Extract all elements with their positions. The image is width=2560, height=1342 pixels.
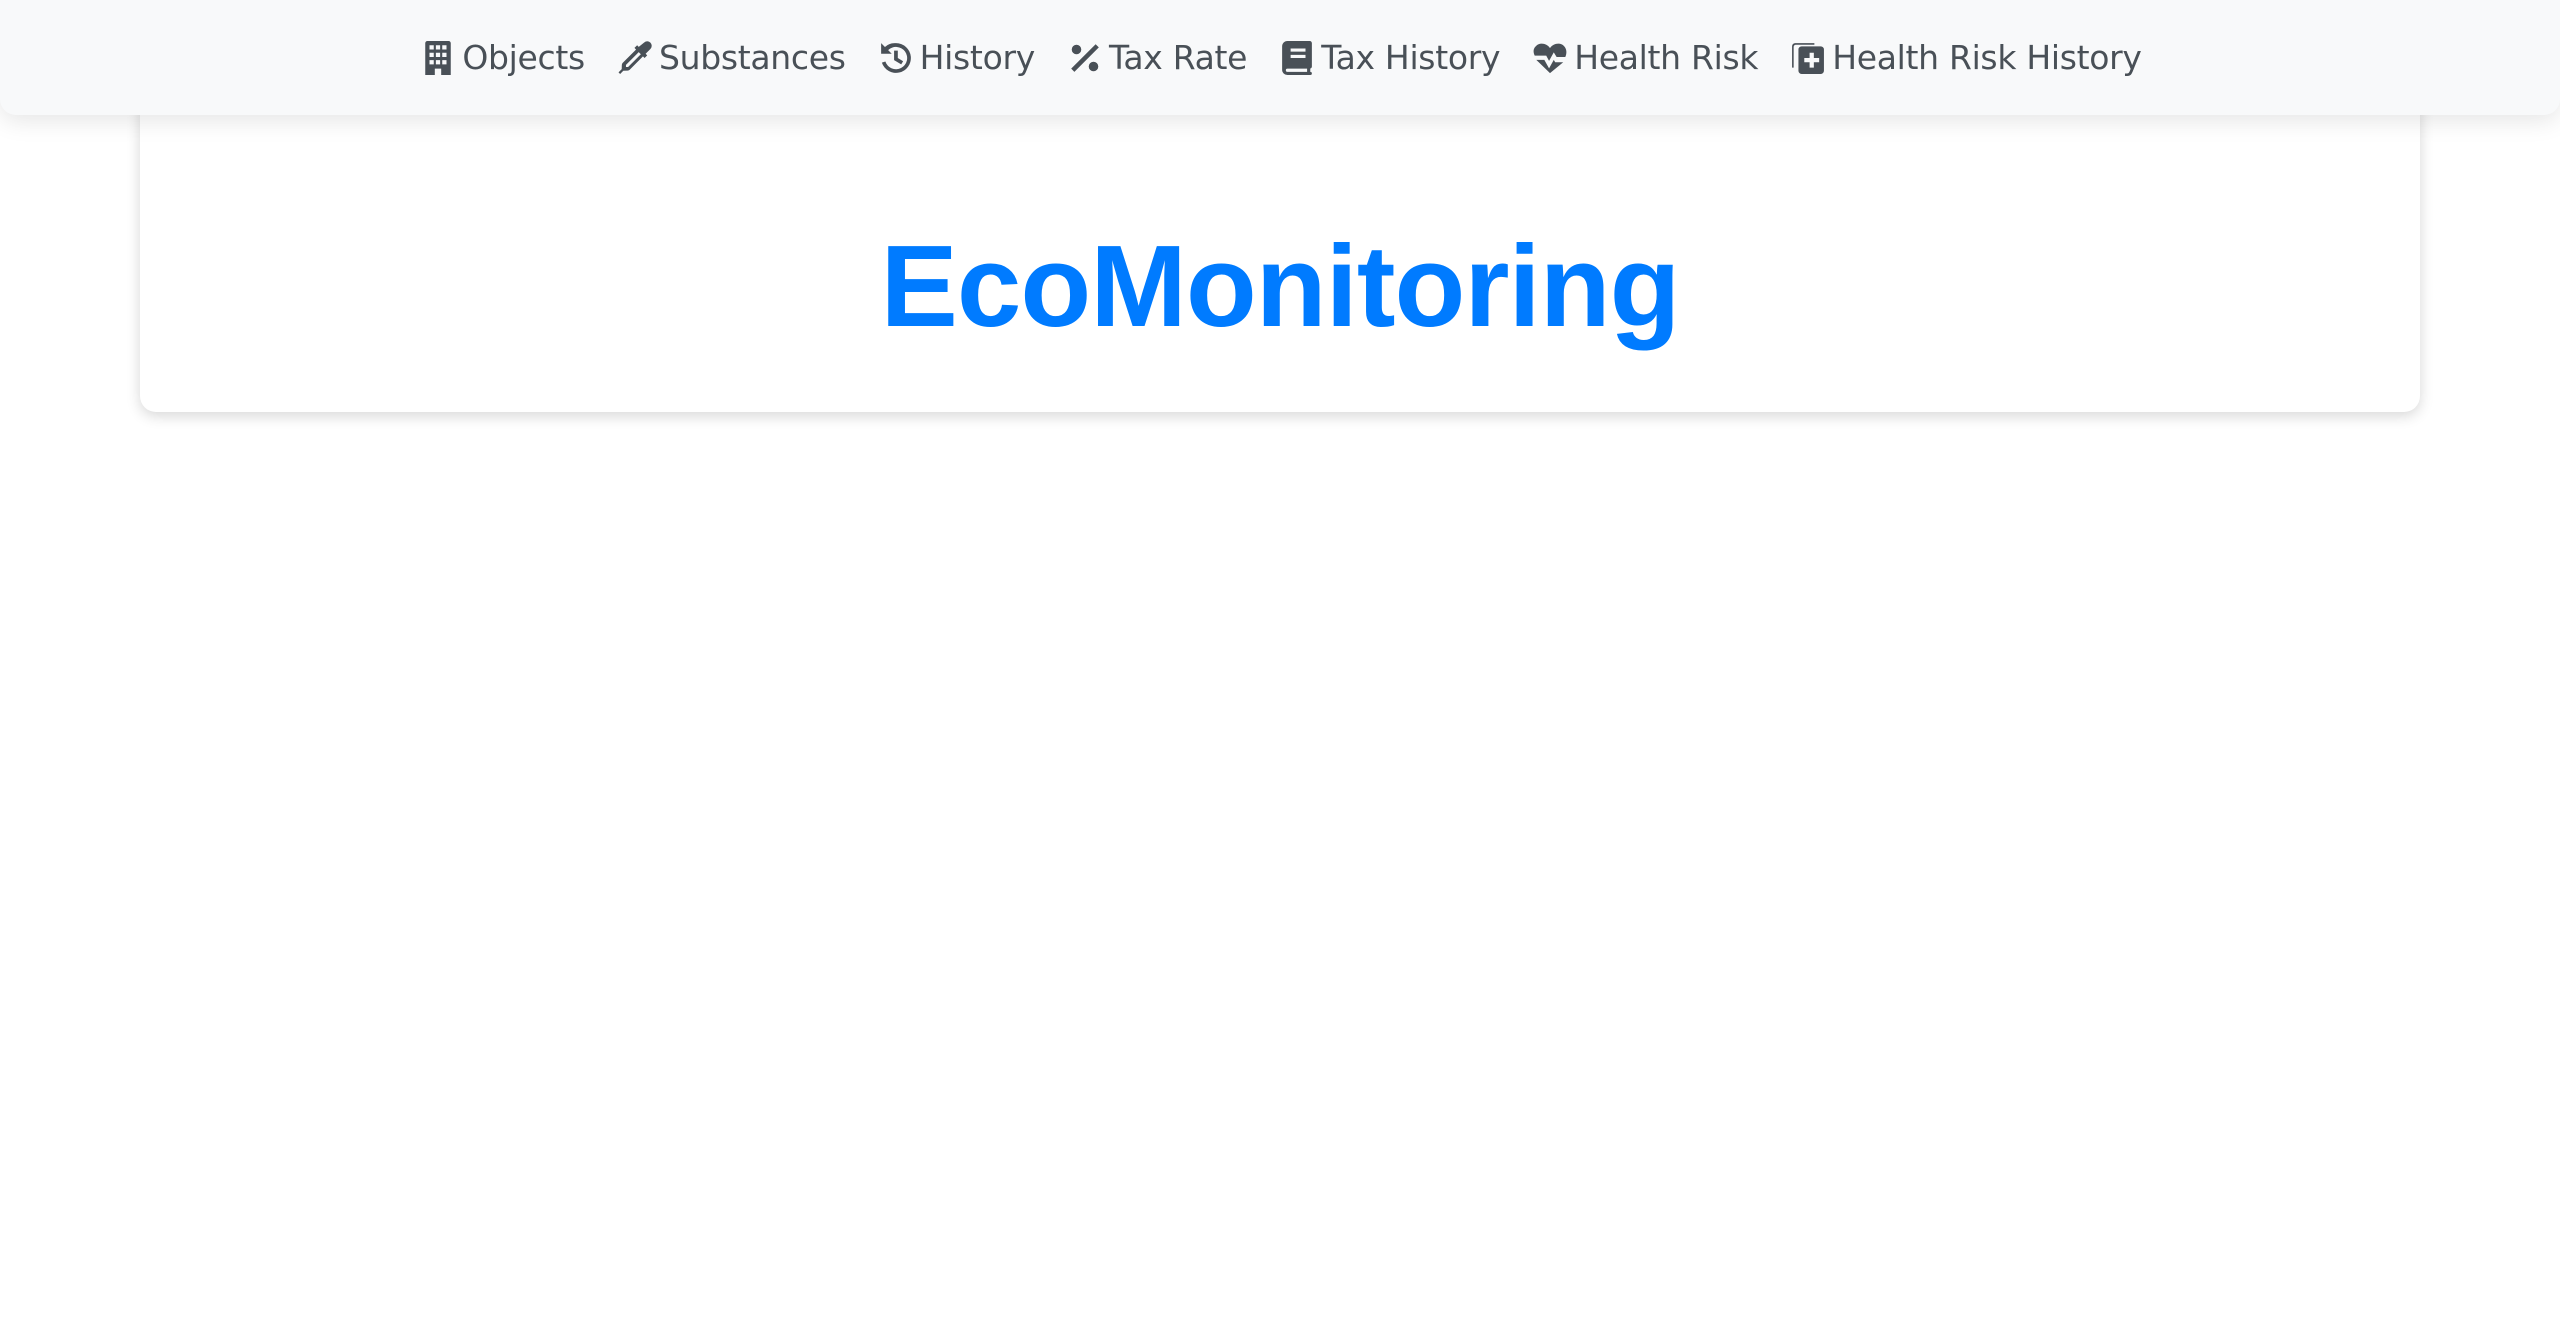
nav-item-health-risk[interactable]: Health Risk <box>1516 28 1774 88</box>
eyedropper-icon <box>617 40 653 76</box>
hero-card: EcoMonitoring <box>140 90 2420 412</box>
history-icon <box>878 40 914 76</box>
nav-list: Objects Substances History Tax Rate Tax <box>404 28 2157 88</box>
heart-pulse-icon <box>1532 40 1568 76</box>
file-medical-icon <box>1790 40 1826 76</box>
nav-item-substances[interactable]: Substances <box>601 28 862 88</box>
nav-item-tax-rate[interactable]: Tax Rate <box>1051 28 1263 88</box>
nav-item-history[interactable]: History <box>862 28 1051 88</box>
nav-item-label: Health Risk History <box>1832 38 2142 77</box>
nav-item-label: Objects <box>462 38 585 77</box>
nav-item-label: Health Risk <box>1574 38 1759 77</box>
nav-item-label: History <box>919 38 1036 77</box>
nav-item-health-risk-history[interactable]: Health Risk History <box>1774 28 2157 88</box>
percent-icon <box>1067 40 1103 76</box>
nav-item-label: Tax History <box>1321 38 1501 77</box>
nav-item-label: Tax Rate <box>1108 38 1248 77</box>
page-title: EcoMonitoring <box>880 221 1681 351</box>
building-icon <box>420 40 456 76</box>
nav-item-objects[interactable]: Objects <box>404 28 601 88</box>
top-navbar: Objects Substances History Tax Rate Tax <box>0 0 2560 115</box>
nav-item-tax-history[interactable]: Tax History <box>1263 28 1516 88</box>
nav-item-label: Substances <box>658 38 846 77</box>
book-icon <box>1279 40 1315 76</box>
